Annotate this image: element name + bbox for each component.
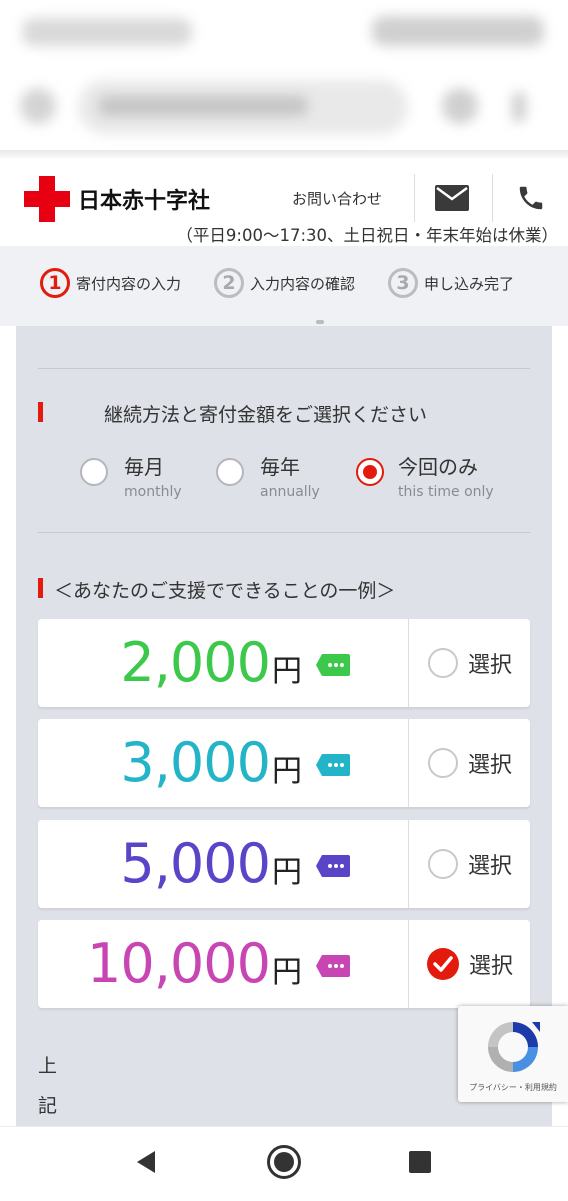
amount-option-2000[interactable]: 2,000 円 選択: [38, 619, 530, 707]
radio-button-selected[interactable]: [356, 458, 384, 486]
back-button[interactable]: [126, 1142, 166, 1182]
recaptcha-badge[interactable]: プライバシー・利用規約: [458, 1006, 568, 1102]
radio-button[interactable]: [216, 458, 244, 486]
radio-button[interactable]: [80, 458, 108, 486]
recents-button[interactable]: [400, 1142, 440, 1182]
examples-title: ＜あなたのご支援でできることの一例＞: [54, 580, 396, 602]
contact-label: お問い合わせ: [292, 190, 383, 208]
step-number: 3: [388, 268, 418, 298]
amount-value: 3,000: [120, 731, 271, 794]
recaptcha-links[interactable]: プライバシー・利用規約: [458, 1082, 568, 1093]
divider: [38, 368, 530, 369]
vertical-text: 上 記: [38, 1046, 62, 1126]
yen-unit: 円: [272, 754, 302, 789]
select-label: 選択: [467, 854, 512, 879]
step-2: 2 入力内容の確認: [214, 268, 355, 298]
section-marker: [38, 402, 43, 422]
amount-option-3000[interactable]: 3,000 円 選択: [38, 719, 530, 807]
home-button[interactable]: [264, 1142, 304, 1182]
section-marker: [38, 578, 43, 598]
recents-icon: [409, 1151, 431, 1173]
home-circle-icon: [267, 1145, 301, 1179]
vertical-char: 記: [38, 1095, 58, 1117]
frequency-title: 継続方法と寄付金額をご選択ください: [104, 404, 428, 426]
step-1: 1 寄付内容の入力: [40, 268, 181, 298]
amount-value: 2,000: [120, 631, 271, 694]
red-cross-icon: [24, 176, 70, 222]
select-area[interactable]: 選択: [408, 619, 531, 707]
yen-unit: 円: [272, 955, 302, 990]
mail-button[interactable]: [414, 174, 489, 222]
address-bar-text: [98, 96, 308, 116]
tag-icon: [316, 654, 350, 676]
tag-icon: [316, 855, 350, 877]
select-area[interactable]: 選択: [408, 920, 531, 1008]
recaptcha-icon: [488, 1022, 540, 1072]
radio-label: 毎年: [260, 455, 300, 479]
mail-icon: [435, 185, 469, 211]
status-bar-left: [22, 18, 192, 46]
tab-switcher-icon[interactable]: [442, 88, 478, 124]
radio-label: 今回のみ: [398, 455, 478, 479]
phone-icon: [519, 186, 543, 210]
select-label: 選択: [467, 753, 512, 778]
select-radio[interactable]: [427, 648, 458, 678]
home-icon[interactable]: [20, 88, 56, 124]
select-radio[interactable]: [427, 849, 458, 879]
radio-label: 毎月: [124, 455, 164, 479]
phone-button[interactable]: [492, 174, 568, 222]
logo-text: 日本赤十字社: [78, 189, 211, 214]
step-number: 2: [214, 268, 244, 298]
yen-unit: 円: [272, 855, 302, 890]
browser-chrome: [0, 0, 568, 158]
status-bar-right: [372, 16, 544, 46]
yen-unit: 円: [272, 654, 302, 689]
radio-annually[interactable]: 毎年 annually: [216, 454, 320, 500]
amount-value: 10,000: [87, 932, 271, 995]
amount-value: 5,000: [120, 832, 271, 895]
divider: [38, 532, 530, 533]
radio-sublabel: this time only: [398, 484, 494, 500]
step-label: 入力内容の確認: [250, 274, 356, 293]
divider-mark: [316, 320, 324, 324]
radio-sublabel: monthly: [124, 484, 182, 500]
vertical-char: 上: [38, 1055, 58, 1077]
back-icon: [137, 1151, 155, 1173]
step-label: 寄付内容の入力: [76, 274, 182, 293]
select-area[interactable]: 選択: [408, 820, 531, 908]
menu-icon[interactable]: [512, 92, 526, 122]
select-radio[interactable]: [427, 748, 458, 778]
business-hours: （平日9:00〜17:30、土日祝日・年末年始は休業）: [176, 226, 558, 245]
select-label: 選択: [468, 954, 513, 979]
tag-icon: [316, 955, 350, 977]
tag-icon: [316, 754, 350, 776]
select-area[interactable]: 選択: [408, 719, 531, 807]
select-label: 選択: [467, 653, 512, 678]
step-number: 1: [40, 268, 70, 298]
step-label: 申し込み完了: [424, 274, 515, 293]
radio-this-time-only[interactable]: 今回のみ this time only: [356, 454, 494, 500]
site-logo[interactable]: 日本赤十字社: [24, 176, 210, 222]
radio-sublabel: annually: [260, 484, 320, 500]
amount-option-10000[interactable]: 10,000 円 選択: [38, 920, 530, 1008]
amount-option-5000[interactable]: 5,000 円 選択: [38, 820, 530, 908]
step-3: 3 申し込み完了: [388, 268, 514, 298]
check-icon[interactable]: [426, 948, 459, 980]
radio-monthly[interactable]: 毎月 monthly: [80, 454, 182, 500]
